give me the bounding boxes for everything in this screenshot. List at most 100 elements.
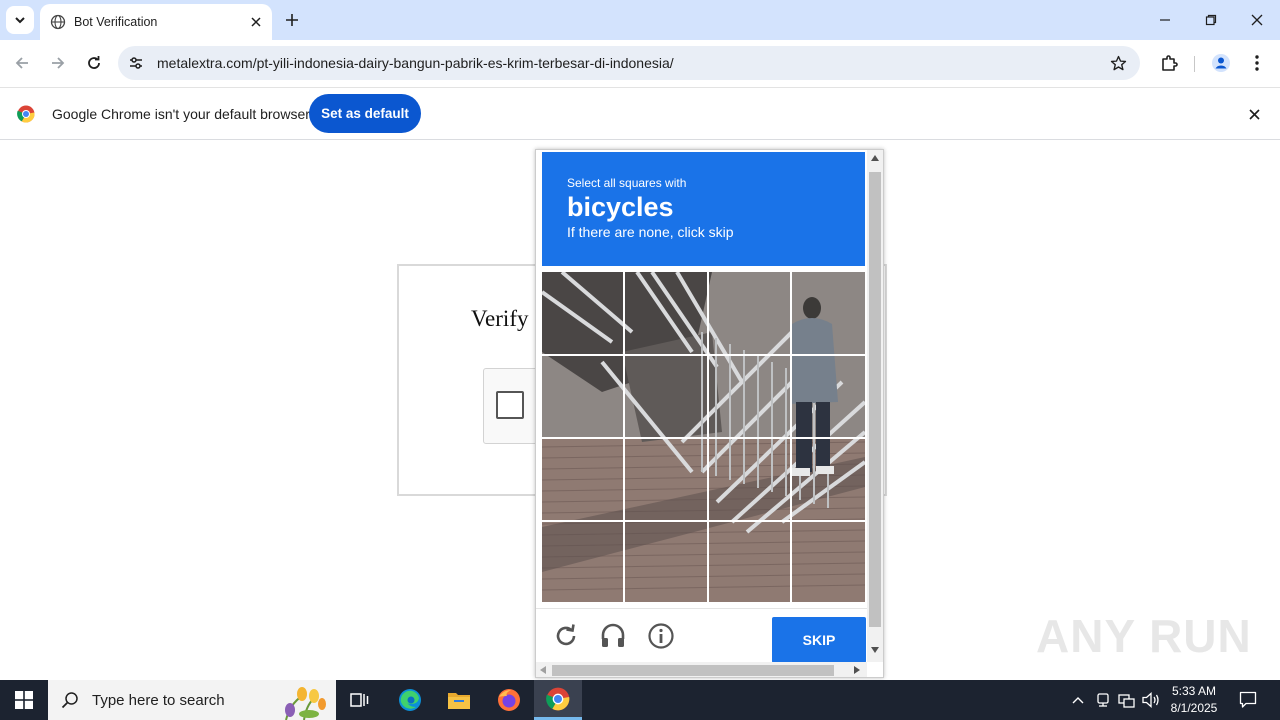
grid-tile-r3-c3[interactable] <box>709 439 790 520</box>
grid-tile-r2-c2[interactable] <box>625 356 707 437</box>
tile-image <box>709 356 790 437</box>
tray-volume[interactable] <box>1140 680 1162 720</box>
arrow-left-icon <box>15 57 28 69</box>
horizontal-scroll-thumb[interactable] <box>552 665 834 676</box>
skip-button[interactable]: SKIP <box>772 617 866 663</box>
plus-icon <box>286 14 298 26</box>
anyrun-watermark: ANY RUN <box>1036 610 1252 662</box>
tray-network[interactable] <box>1116 680 1138 720</box>
ethernet-icon <box>1118 694 1135 708</box>
tile-image <box>709 522 790 602</box>
profile-avatar-icon[interactable] <box>1207 49 1235 77</box>
grid-tile-r2-c3[interactable] <box>709 356 790 437</box>
page-content: Verify ANY RUN Select all squares with b… <box>0 141 1280 680</box>
action-center-button[interactable] <box>1234 680 1262 720</box>
tab-active[interactable]: Bot Verification <box>40 4 272 40</box>
tab-search-button[interactable] <box>6 6 34 34</box>
bookmark-star-icon[interactable] <box>1104 49 1132 77</box>
tile-image <box>542 522 623 602</box>
grid-tile-r4-c1[interactable] <box>542 522 623 602</box>
taskbar-search-box[interactable]: Type here to search <box>48 680 336 720</box>
start-button[interactable] <box>0 680 48 720</box>
grid-tile-r2-c1[interactable] <box>542 356 623 437</box>
back-button[interactable] <box>8 49 36 77</box>
taskbar-file-explorer[interactable] <box>435 680 483 720</box>
windows-logo-icon <box>15 691 33 709</box>
chevron-up-icon <box>1072 697 1084 704</box>
captcha-checkbox[interactable] <box>496 391 524 419</box>
scroll-right-arrow-icon[interactable] <box>854 666 860 674</box>
challenge-instruction: Select all squares with <box>567 176 687 190</box>
tile-image <box>625 356 707 437</box>
browser-toolbar: metalextra.com/pt-yili-indonesia-dairy-b… <box>0 40 1280 87</box>
restore-icon <box>1205 14 1217 26</box>
tray-overflow-button[interactable] <box>1068 680 1088 720</box>
tab-strip: Bot Verification <box>0 0 1280 40</box>
scroll-down-arrow-icon[interactable] <box>871 647 879 653</box>
tab-close-icon[interactable] <box>246 12 266 32</box>
grid-tile-r1-c4[interactable] <box>792 272 865 354</box>
infobar-close-icon[interactable] <box>1243 103 1265 125</box>
tile-image <box>542 439 623 520</box>
challenge-header: Select all squares with bicycles If ther… <box>542 152 865 266</box>
windows-taskbar: Type here to search 5:33 AM 8/1/2025 <box>0 680 1280 720</box>
scroll-left-arrow-icon[interactable] <box>540 666 546 674</box>
verify-heading: Verify <box>471 306 529 331</box>
url-text: metalextra.com/pt-yili-indonesia-dairy-b… <box>157 55 674 71</box>
reload-icon <box>88 56 100 69</box>
folder-icon <box>448 693 470 709</box>
close-icon <box>1251 14 1263 26</box>
taskbar-edge[interactable] <box>386 680 434 720</box>
grid-tile-r1-c3[interactable] <box>709 272 790 354</box>
grid-tile-r3-c1[interactable] <box>542 439 623 520</box>
taskbar-chrome[interactable] <box>534 680 582 720</box>
tile-image <box>792 272 865 354</box>
reload-challenge-icon[interactable] <box>551 621 581 651</box>
grid-tile-r1-c1[interactable] <box>542 272 623 354</box>
audio-challenge-icon[interactable] <box>598 621 628 651</box>
tile-image <box>625 439 707 520</box>
taskbar-firefox[interactable] <box>485 680 533 720</box>
tile-image <box>709 439 790 520</box>
taskbar-clock[interactable]: 5:33 AM 8/1/2025 <box>1160 683 1228 717</box>
challenge-hint: If there are none, click skip <box>567 224 734 240</box>
firefox-icon <box>498 689 520 711</box>
vertical-scrollbar[interactable] <box>867 150 883 662</box>
grid-tile-r3-c4[interactable] <box>792 439 865 520</box>
site-info-icon[interactable] <box>124 51 148 75</box>
extensions-icon[interactable] <box>1155 49 1183 77</box>
notification-icon <box>1239 691 1257 708</box>
chrome-logo-icon <box>17 105 35 123</box>
task-view-button[interactable] <box>336 680 384 720</box>
search-highlight-flowers-icon <box>285 687 326 720</box>
restore-button[interactable] <box>1188 0 1234 40</box>
vertical-scroll-thumb[interactable] <box>869 172 881 627</box>
grid-tile-r2-c4[interactable] <box>792 356 865 437</box>
menu-kebab-icon[interactable] <box>1243 49 1271 77</box>
clock-time: 5:33 AM <box>1171 684 1217 698</box>
tray-meet-now[interactable] <box>1092 680 1114 720</box>
volume-icon <box>1142 692 1159 708</box>
tile-image <box>709 272 790 354</box>
close-window-button[interactable] <box>1234 0 1280 40</box>
horizontal-scrollbar[interactable] <box>536 662 867 677</box>
challenge-footer: SKIP <box>536 608 871 663</box>
info-icon[interactable] <box>646 621 676 651</box>
scroll-up-arrow-icon[interactable] <box>871 155 879 161</box>
toolbar-separator <box>1194 56 1195 72</box>
tile-image <box>542 272 623 354</box>
grid-tile-r4-c2[interactable] <box>625 522 707 602</box>
grid-tile-r4-c3[interactable] <box>709 522 790 602</box>
tile-image <box>625 272 707 354</box>
new-tab-button[interactable] <box>280 8 304 32</box>
grid-tile-r4-c4[interactable] <box>792 522 865 602</box>
tab-title: Bot Verification <box>74 15 158 29</box>
reload-button[interactable] <box>80 49 108 77</box>
grid-tile-r3-c2[interactable] <box>625 439 707 520</box>
minimize-button[interactable] <box>1142 0 1188 40</box>
set-as-default-button[interactable]: Set as default <box>309 94 421 133</box>
grid-tile-r1-c2[interactable] <box>625 272 707 354</box>
forward-button[interactable] <box>44 49 72 77</box>
address-bar[interactable]: metalextra.com/pt-yili-indonesia-dairy-b… <box>118 46 1140 80</box>
search-icon <box>61 692 78 709</box>
